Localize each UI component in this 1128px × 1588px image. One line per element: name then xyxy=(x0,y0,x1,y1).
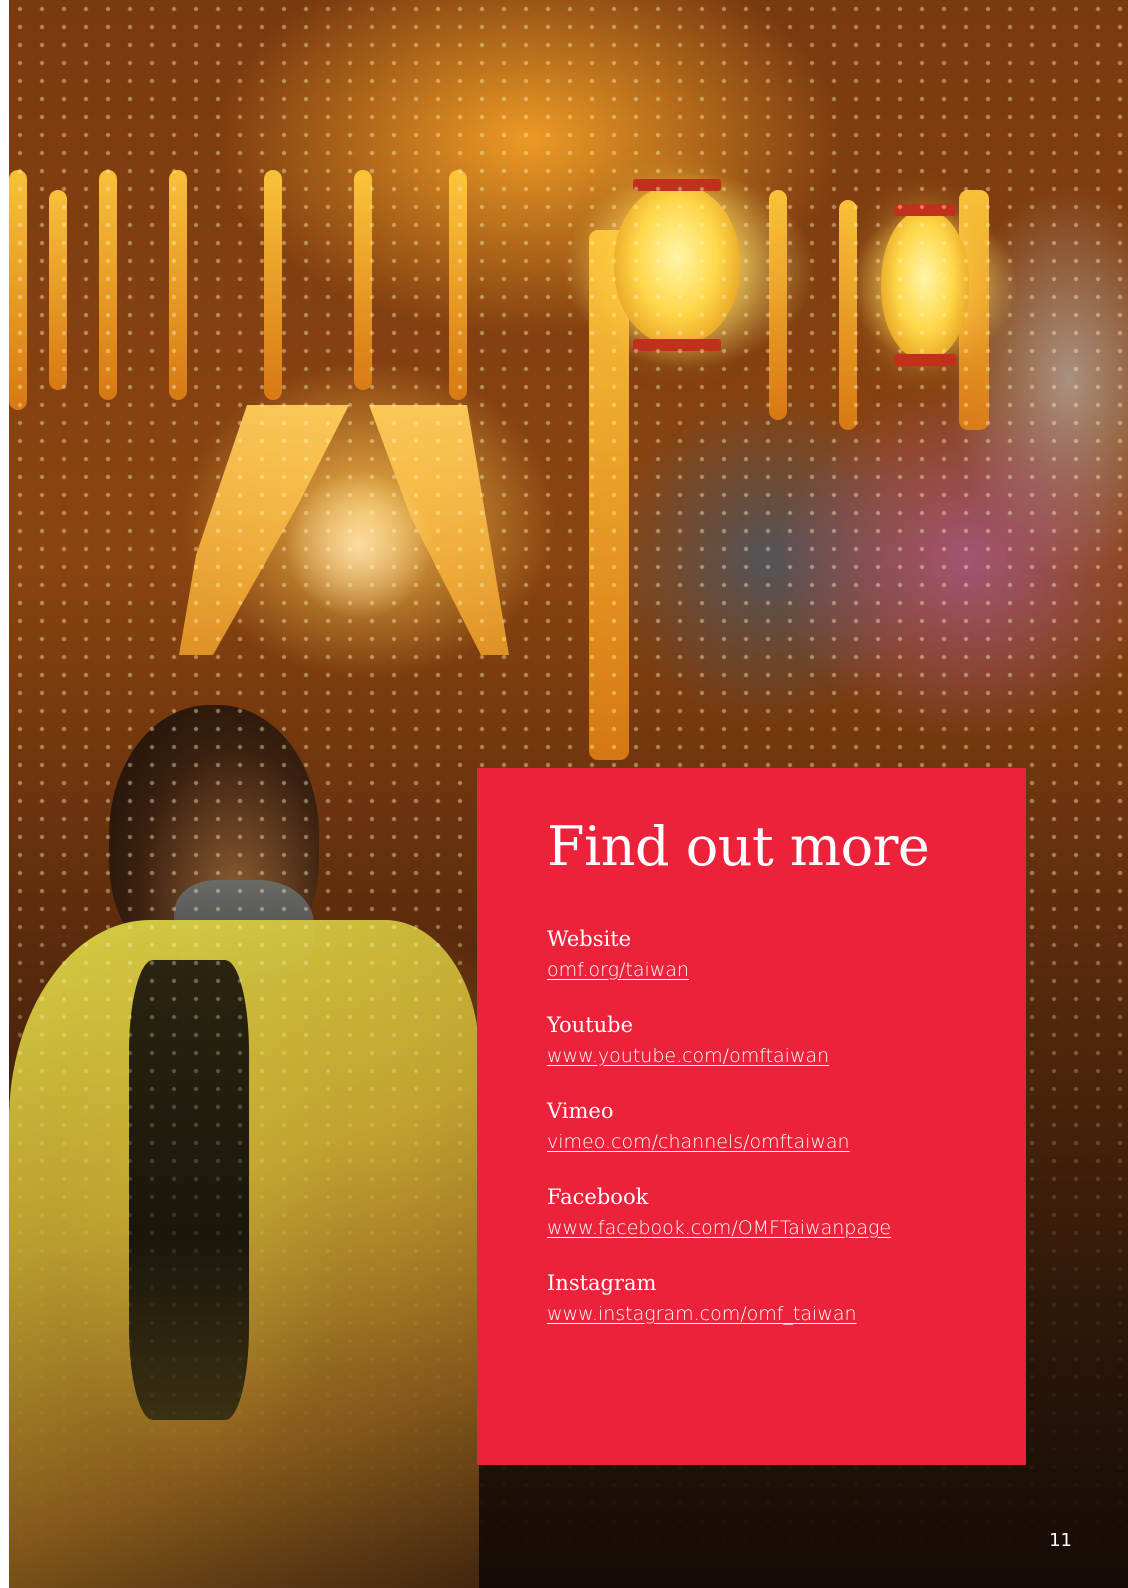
page-number: 11 xyxy=(1049,1530,1072,1551)
page: Find out more Website omf.org/taiwan You… xyxy=(0,0,1128,1588)
link-group-facebook: Facebook www.facebook.com/OMFTaiwanpage xyxy=(547,1182,986,1244)
facebook-link[interactable]: www.facebook.com/OMFTaiwanpage xyxy=(547,1212,986,1244)
link-label: Youtube xyxy=(547,1013,634,1037)
link-label: Facebook xyxy=(547,1185,649,1209)
link-label: Website xyxy=(547,927,632,951)
link-label: Vimeo xyxy=(547,1099,614,1123)
instagram-link[interactable]: www.instagram.com/omf_taiwan xyxy=(547,1298,986,1330)
link-group-vimeo: Vimeo vimeo.com/channels/omftaiwan xyxy=(547,1096,986,1158)
link-label: Instagram xyxy=(547,1271,657,1295)
link-group-website: Website omf.org/taiwan xyxy=(547,924,986,986)
find-out-more-box: Find out more Website omf.org/taiwan You… xyxy=(477,768,1026,1465)
youtube-link[interactable]: www.youtube.com/omftaiwan xyxy=(547,1040,986,1072)
vimeo-link[interactable]: vimeo.com/channels/omftaiwan xyxy=(547,1126,986,1158)
link-group-youtube: Youtube www.youtube.com/omftaiwan xyxy=(547,1010,986,1072)
website-link[interactable]: omf.org/taiwan xyxy=(547,954,986,986)
page-title: Find out more xyxy=(547,815,930,878)
link-group-instagram: Instagram www.instagram.com/omf_taiwan xyxy=(547,1268,986,1330)
